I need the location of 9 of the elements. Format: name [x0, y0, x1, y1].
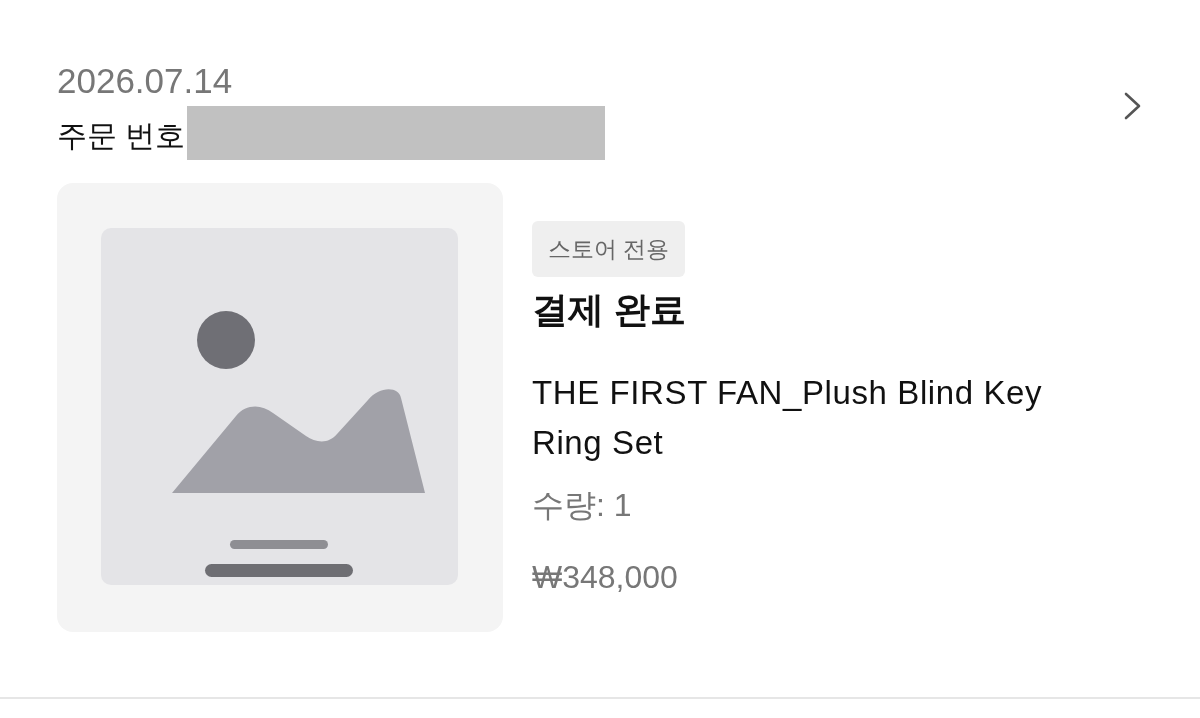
quantity-text: 수량: 1 [532, 486, 632, 525]
store-only-tag: 스토어 전용 [532, 221, 686, 277]
price-text: ₩348,000 [532, 558, 678, 597]
order-number-label: 주문 번호 [57, 118, 186, 154]
payment-status: 결제 완료 [532, 288, 686, 332]
chevron-right-icon[interactable] [1124, 92, 1142, 120]
product-name: THE FIRST FAN_Plush Blind Key Ring Set [532, 373, 1044, 463]
image-placeholder-icon [101, 228, 458, 585]
order-date: 2026.07.14 [57, 60, 234, 102]
